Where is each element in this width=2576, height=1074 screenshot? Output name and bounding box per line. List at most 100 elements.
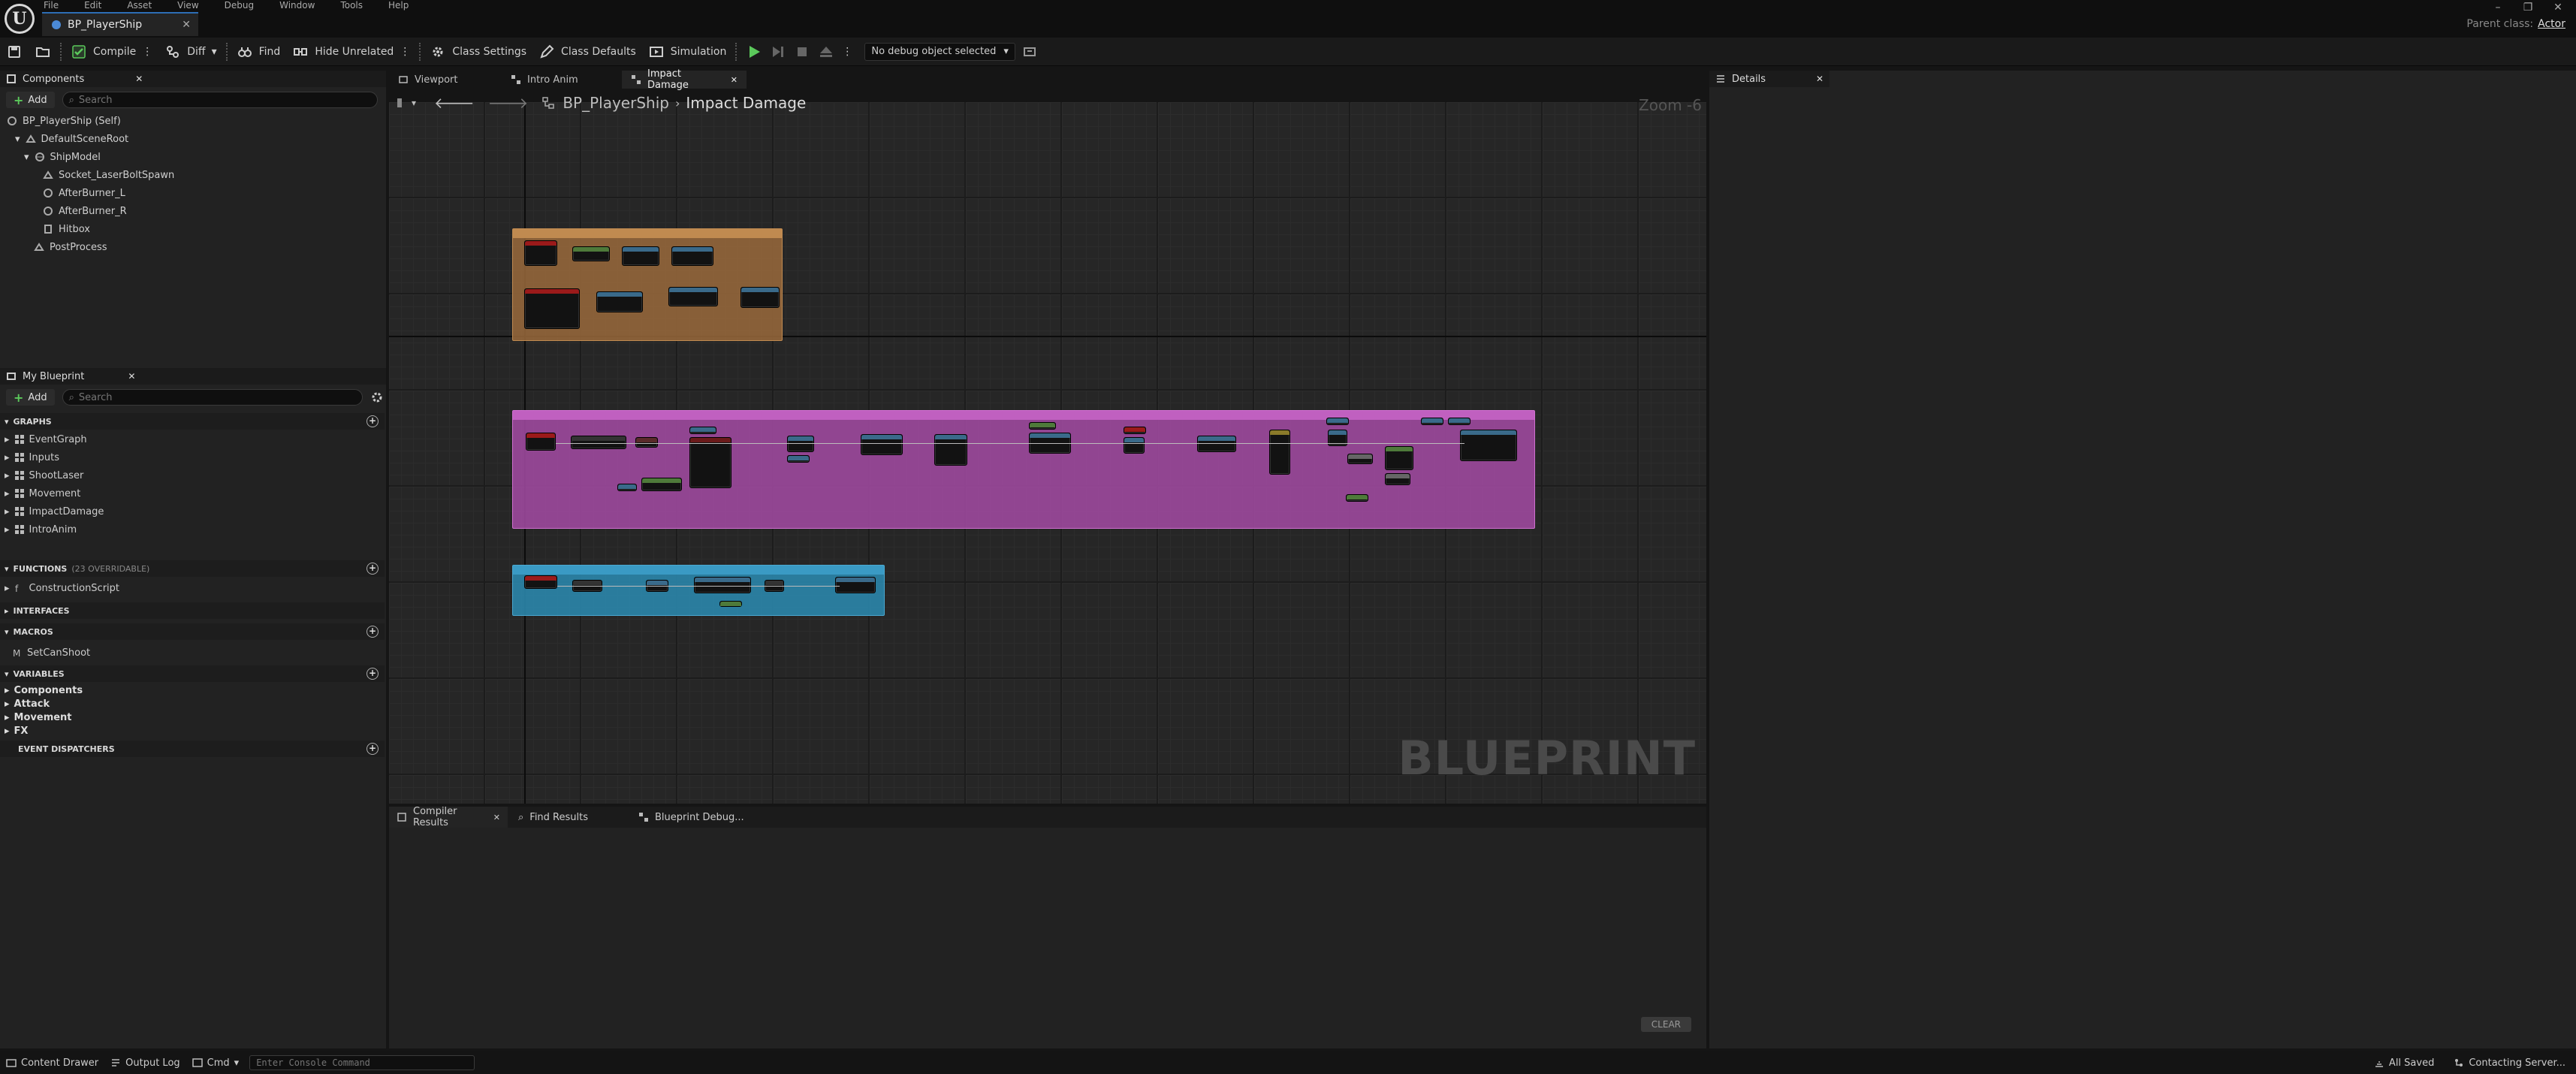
- graph-node[interactable]: [1385, 473, 1410, 485]
- graph-node[interactable]: [1385, 446, 1413, 470]
- menu-window[interactable]: Window: [279, 0, 315, 11]
- play-options-icon[interactable]: ⋮: [842, 46, 852, 58]
- graph-node[interactable]: [1326, 418, 1349, 425]
- compile-button[interactable]: Compile ⋮: [65, 38, 158, 66]
- graphs-section[interactable]: ▾ GRAPHS +: [0, 413, 385, 430]
- graph-node[interactable]: [1346, 494, 1368, 502]
- graph-inputs[interactable]: ▸ Inputs: [5, 449, 59, 466]
- graph-node[interactable]: [689, 437, 731, 488]
- graph-node[interactable]: [741, 287, 780, 308]
- event-dispatchers-section[interactable]: EVENT DISPATCHERS +: [0, 741, 385, 757]
- graph-node[interactable]: [671, 246, 713, 266]
- browse-button[interactable]: [29, 38, 57, 66]
- forward-arrow-icon[interactable]: 🡒: [488, 94, 529, 112]
- eject-icon[interactable]: [818, 44, 834, 60]
- menu-edit[interactable]: Edit: [84, 0, 101, 11]
- graph-node[interactable]: [1448, 418, 1470, 425]
- comment-box-magenta[interactable]: [512, 410, 1535, 529]
- add-function-icon[interactable]: +: [366, 563, 379, 575]
- graph-shootlaser[interactable]: ▸ ShootLaser: [5, 467, 83, 484]
- console-command-field[interactable]: [249, 1055, 475, 1070]
- graph-node[interactable]: [524, 240, 557, 266]
- save-button[interactable]: [0, 38, 29, 66]
- my-blueprint-search-input[interactable]: [78, 391, 362, 403]
- graph-node[interactable]: [689, 427, 716, 434]
- components-search-input[interactable]: [78, 94, 377, 106]
- graph-node[interactable]: [835, 577, 876, 593]
- graph-node[interactable]: [1347, 454, 1373, 464]
- tab-viewport[interactable]: Viewport: [389, 71, 502, 89]
- tab-intro-anim[interactable]: Intro Anim: [502, 71, 622, 89]
- menu-help[interactable]: Help: [388, 0, 409, 11]
- interfaces-section[interactable]: ▸ INTERFACES: [0, 602, 385, 619]
- menu-view[interactable]: View: [177, 0, 198, 11]
- minimize-icon[interactable]: –: [2483, 2, 2513, 14]
- close-icon[interactable]: ✕: [1816, 74, 1823, 84]
- clear-button[interactable]: CLEAR: [1640, 1017, 1691, 1032]
- stop-icon[interactable]: [794, 44, 810, 60]
- variable-category-attack[interactable]: ▸ Attack: [5, 697, 50, 710]
- all-saved-indicator[interactable]: All Saved: [2365, 1051, 2443, 1074]
- close-icon[interactable]: ✕: [493, 813, 500, 822]
- functions-section[interactable]: ▾ FUNCTIONS (23 OVERRIDABLE) +: [0, 560, 385, 577]
- cmd-button[interactable]: Cmd ▾: [186, 1051, 246, 1074]
- gear-icon[interactable]: [370, 391, 384, 404]
- parent-class-link[interactable]: Actor: [2538, 18, 2565, 30]
- graph-node[interactable]: [596, 291, 643, 312]
- tab-compiler-results[interactable]: Compiler Results ✕: [389, 806, 508, 828]
- add-member-button[interactable]: + Add: [6, 389, 55, 406]
- tab-find-results[interactable]: ⌕ Find Results: [508, 807, 628, 828]
- graph-node[interactable]: [617, 484, 637, 491]
- component-hitbox[interactable]: Hitbox: [42, 221, 90, 237]
- class-settings-button[interactable]: Class Settings: [424, 38, 532, 66]
- graph-node[interactable]: [861, 434, 903, 455]
- tab-impact-damage[interactable]: Impact Damage ✕: [622, 68, 747, 91]
- chevron-down-icon[interactable]: ▾: [412, 98, 416, 108]
- console-command-input[interactable]: [256, 1057, 475, 1068]
- graph-node[interactable]: [641, 478, 682, 491]
- component-self[interactable]: BP_PlayerShip (Self): [6, 113, 121, 129]
- add-dispatcher-icon[interactable]: +: [366, 743, 379, 755]
- graph-introanim[interactable]: ▸ IntroAnim: [5, 521, 77, 538]
- variable-category-movement[interactable]: ▸ Movement: [5, 710, 72, 724]
- graph-node[interactable]: [668, 287, 718, 306]
- simulation-button[interactable]: Simulation: [642, 38, 733, 66]
- unreal-logo-icon[interactable]: U: [5, 4, 35, 34]
- menu-asset[interactable]: Asset: [127, 0, 152, 11]
- content-drawer-button[interactable]: Content Drawer: [0, 1051, 104, 1074]
- find-button[interactable]: Find: [231, 38, 287, 66]
- components-search[interactable]: ⌕: [62, 92, 378, 108]
- graph-node[interactable]: [1197, 436, 1236, 452]
- expand-arrow-icon[interactable]: ▾: [24, 152, 29, 163]
- output-log-button[interactable]: Output Log: [104, 1051, 186, 1074]
- macros-section[interactable]: ▾ MACROS +: [0, 623, 385, 640]
- graph-node[interactable]: [635, 437, 658, 448]
- close-icon[interactable]: ✕: [182, 19, 191, 31]
- variable-category-fx[interactable]: ▸ FX: [5, 724, 28, 738]
- graph-node[interactable]: [571, 436, 626, 449]
- document-tab[interactable]: BP_PlayerShip ✕: [42, 12, 198, 36]
- debug-filter-icon[interactable]: [1021, 44, 1038, 60]
- hierarchy-icon[interactable]: [541, 96, 555, 110]
- graph-node[interactable]: [934, 434, 967, 466]
- tab-blueprint-debugger[interactable]: Blueprint Debug...: [628, 807, 755, 828]
- variables-section[interactable]: ▾ VARIABLES +: [0, 665, 385, 682]
- my-blueprint-search[interactable]: ⌕: [62, 389, 363, 406]
- close-icon[interactable]: ✕: [128, 371, 135, 382]
- hide-unrelated-options-icon[interactable]: ⋮: [400, 46, 410, 58]
- graph-node[interactable]: [1029, 422, 1056, 430]
- breadcrumb-root[interactable]: BP_PlayerShip: [563, 94, 669, 112]
- graph-node[interactable]: [1124, 437, 1145, 454]
- close-icon[interactable]: ✕: [135, 74, 143, 84]
- component-afterburner-r[interactable]: AfterBurner_R: [42, 203, 127, 219]
- variable-category-components[interactable]: ▸ Components: [5, 683, 83, 697]
- play-icon[interactable]: [746, 44, 762, 60]
- graph-node[interactable]: [524, 575, 557, 589]
- graph-node[interactable]: [526, 433, 556, 451]
- component-postprocess[interactable]: PostProcess: [33, 239, 107, 255]
- expand-arrow-icon[interactable]: ▾: [15, 134, 20, 145]
- graph-node[interactable]: [787, 436, 814, 452]
- graph-node[interactable]: [1269, 430, 1290, 475]
- maximize-icon[interactable]: ❐: [2513, 2, 2543, 14]
- window-close-icon[interactable]: ✕: [2543, 2, 2573, 14]
